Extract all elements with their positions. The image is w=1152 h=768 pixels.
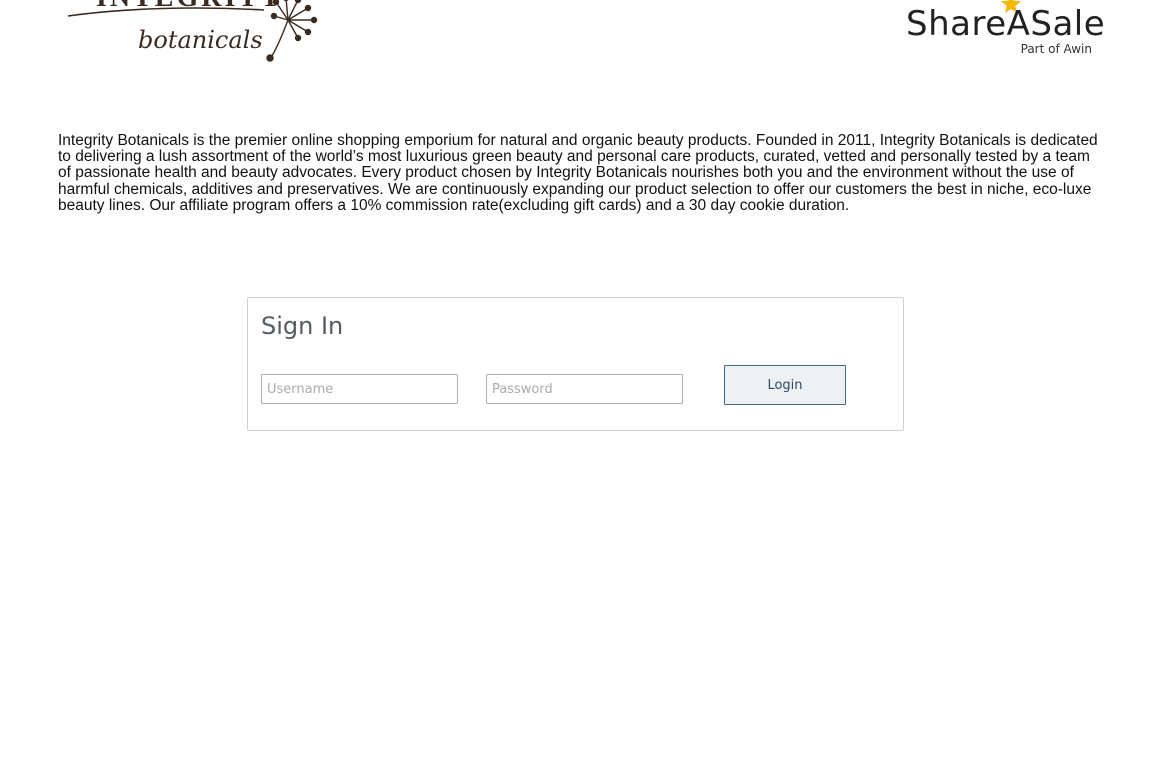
shareasale-tagline: Part of Awin — [1020, 42, 1092, 56]
shareasale-name: ShareASale — [906, 4, 1106, 44]
dandelion-flower-icon — [266, 0, 318, 62]
logo-script: botanicals — [138, 26, 263, 54]
integrity-botanicals-logo: INTEGRITY botanicals — [66, 0, 326, 66]
signin-title: Sign In — [261, 312, 344, 340]
page: INTEGRITY botanicals — [0, 0, 1152, 768]
username-input[interactable] — [261, 374, 458, 404]
merchant-description: Integrity Botanicals is the premier onli… — [58, 132, 1098, 214]
password-input[interactable] — [486, 374, 683, 404]
login-button[interactable]: Login — [724, 365, 846, 405]
shareasale-logo: ShareASale Part of Awin — [906, 0, 1105, 60]
signin-form: Sign In Login — [247, 297, 904, 431]
logo-swash-icon — [67, 7, 265, 17]
